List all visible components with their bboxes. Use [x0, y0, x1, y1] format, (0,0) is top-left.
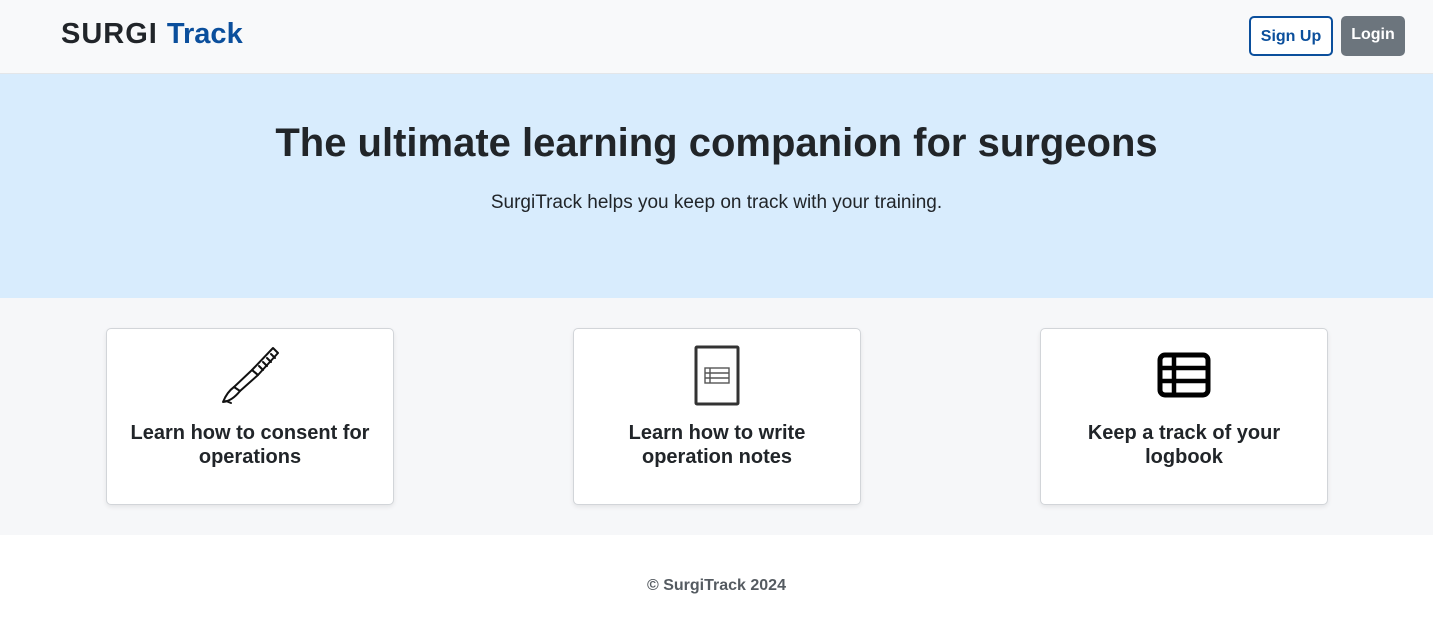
brand-part-track: Track — [166, 18, 243, 50]
brand-part-surgi: SURGI — [61, 18, 158, 50]
feature-label: Learn how to consent for operations — [130, 422, 370, 468]
navbar: SURGI Track Sign Up Login — [0, 0, 1433, 74]
feature-card-consent[interactable]: Learn how to consent for operations — [106, 328, 394, 505]
feature-label: Learn how to write operation notes — [628, 422, 806, 468]
login-button[interactable]: Login — [1341, 16, 1405, 56]
feature-label: Keep a track of your logbook — [1087, 422, 1281, 468]
feature-card-operation-notes[interactable]: Learn how to write operation notes — [573, 328, 861, 505]
hero-section: The ultimate learning companion for surg… — [0, 74, 1433, 298]
copyright-text: © SurgiTrack 2024 — [647, 577, 786, 594]
brand-logo[interactable]: SURGI Track — [61, 18, 243, 51]
table-list-icon — [1041, 345, 1327, 407]
document-icon — [574, 345, 860, 407]
features-section: Learn how to consent for operations Lear… — [0, 298, 1433, 535]
hero-title: The ultimate learning companion for surg… — [275, 121, 1158, 165]
footer: © SurgiTrack 2024 — [0, 535, 1433, 621]
feature-card-logbook[interactable]: Keep a track of your logbook — [1040, 328, 1328, 505]
scalpel-icon — [107, 345, 393, 407]
signup-button[interactable]: Sign Up — [1249, 16, 1333, 56]
hero-subtitle: SurgiTrack helps you keep on track with … — [490, 192, 943, 213]
